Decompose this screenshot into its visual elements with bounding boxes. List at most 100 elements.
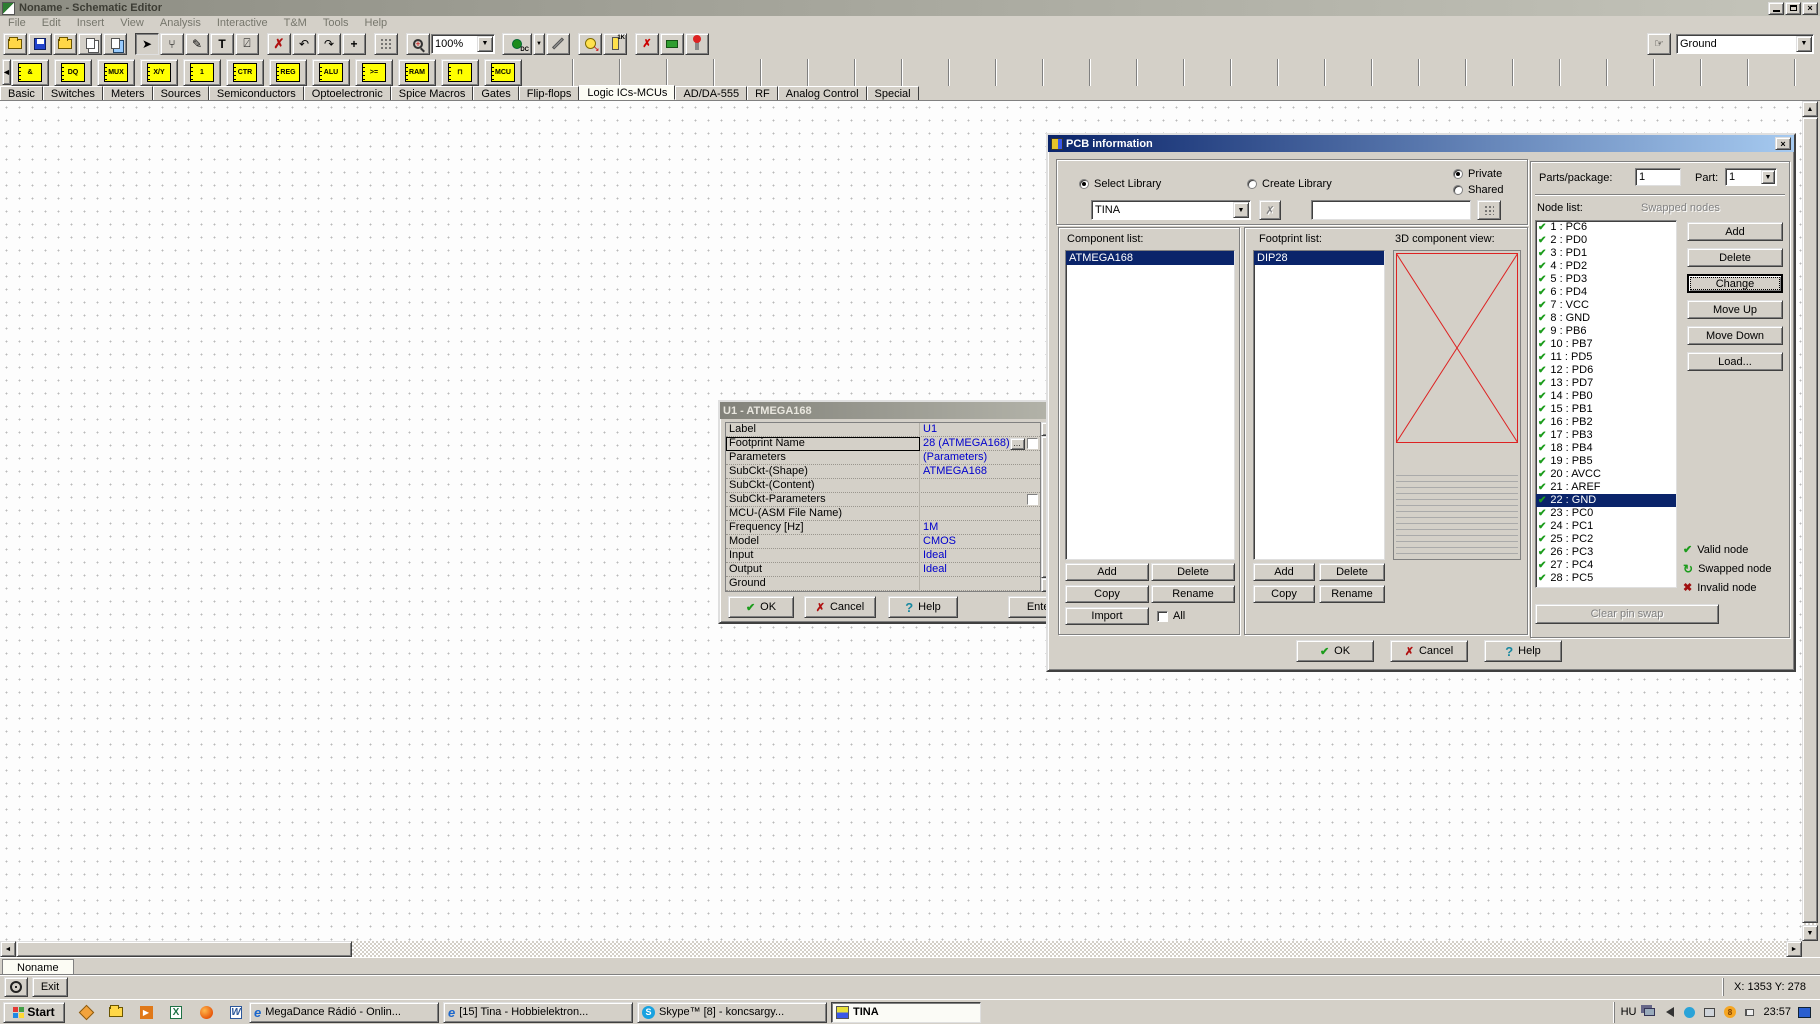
node-row[interactable]: ✔ 15 : PB1 xyxy=(1536,403,1676,416)
footprint-copy-button[interactable]: Copy xyxy=(1253,585,1315,603)
clock[interactable]: 23:57 xyxy=(1763,1006,1791,1018)
component-tab[interactable]: Logic ICs-MCUs xyxy=(579,85,676,100)
component-tab[interactable]: Basic xyxy=(0,86,43,100)
exit-button[interactable]: Exit xyxy=(32,977,68,997)
horizontal-scrollbar[interactable]: ◄ ► xyxy=(0,941,1802,957)
component-button[interactable]: REG xyxy=(269,58,307,89)
pencil-tool-button[interactable]: ✎ xyxy=(185,32,209,55)
property-checkbox[interactable] xyxy=(1027,494,1038,505)
property-row[interactable]: SubCkt-(Shape) ATMEGA168 xyxy=(726,464,1040,479)
node-action-button[interactable]: Move Down xyxy=(1687,326,1783,345)
property-row[interactable]: Output Ideal xyxy=(726,562,1040,577)
component-copy-button[interactable]: Copy xyxy=(1065,585,1149,603)
node-row[interactable]: ✔ 19 : PB5 xyxy=(1536,455,1676,468)
node-row[interactable]: ✔ 8 : GND xyxy=(1536,312,1676,325)
node-row[interactable]: ✔ 23 : PC0 xyxy=(1536,507,1676,520)
component-button[interactable]: MUX xyxy=(97,58,135,89)
property-value[interactable]: U1 xyxy=(920,423,1040,437)
word-icon[interactable]: W xyxy=(227,1003,245,1021)
node-row[interactable]: ✔ 17 : PB3 xyxy=(1536,429,1676,442)
property-value[interactable]: Ideal xyxy=(920,563,1040,577)
zoom-combobox[interactable]: 100% ▼ xyxy=(431,33,495,54)
component-tab[interactable]: AD/DA-555 xyxy=(675,86,748,100)
probe-tool-button[interactable] xyxy=(546,32,570,55)
menu-item[interactable]: Analysis xyxy=(152,17,209,29)
open-button[interactable] xyxy=(3,32,27,55)
close-icon[interactable]: × xyxy=(1775,137,1791,150)
library-combobox[interactable]: TINA ▼ xyxy=(1091,200,1251,220)
menu-item[interactable]: Edit xyxy=(34,17,69,29)
property-row[interactable]: Label U1 xyxy=(726,423,1040,437)
property-row[interactable]: Parameters (Parameters) xyxy=(726,450,1040,465)
node-row[interactable]: ✔ 11 : PD5 xyxy=(1536,351,1676,364)
private-radio[interactable]: Private xyxy=(1453,168,1502,180)
battery-button[interactable]: 1K xyxy=(603,32,627,55)
node-action-button[interactable]: Change xyxy=(1687,274,1783,293)
shield-icon[interactable] xyxy=(77,1003,95,1021)
list-item[interactable]: ATMEGA168 xyxy=(1066,251,1234,265)
menu-item[interactable]: Tools xyxy=(315,17,357,29)
component-tab[interactable]: RF xyxy=(747,86,778,100)
sound-button[interactable] xyxy=(4,977,28,997)
vertical-scrollbar[interactable]: ▲ ▼ xyxy=(1802,101,1818,941)
node-listbox[interactable]: ✔ 1 : PC6 ✔ 2 : PD0 ✔ 3 : PD1 ✔ 4 : PD2 xyxy=(1535,220,1677,588)
select-tool-button[interactable]: ➤ xyxy=(135,32,159,55)
component-button[interactable]: RAM xyxy=(398,58,436,89)
node-row[interactable]: ✔ 22 : GND xyxy=(1536,494,1676,507)
select-library-radio[interactable]: Select Library xyxy=(1079,178,1161,190)
antivirus-icon[interactable]: 8 xyxy=(1723,1006,1736,1019)
ground-combobox[interactable]: Ground ▼ xyxy=(1676,33,1814,54)
footprint-listbox[interactable]: DIP28 xyxy=(1253,250,1385,560)
analysis-button[interactable] xyxy=(578,32,602,55)
component-listbox[interactable]: ATMEGA168 xyxy=(1065,250,1235,560)
ok-button[interactable]: ✔ OK xyxy=(1296,640,1374,662)
component-tab[interactable]: Gates xyxy=(473,86,519,100)
property-value[interactable] xyxy=(920,577,1040,591)
footprint-delete-button[interactable]: Delete xyxy=(1319,563,1385,581)
property-value[interactable] xyxy=(920,493,1025,507)
taskbar-task-tina-forum[interactable]: e [15] Tina - Hobbielektron... xyxy=(443,1001,633,1023)
skype-status-icon[interactable] xyxy=(1683,1006,1696,1019)
cancel-button[interactable]: ✗ Cancel xyxy=(1390,640,1468,662)
component-tab[interactable]: Flip-flops xyxy=(518,86,580,100)
delete-library-button[interactable]: ✗ xyxy=(1259,200,1281,220)
property-value[interactable]: Ideal xyxy=(920,549,1040,563)
component-tab[interactable]: Semiconductors xyxy=(208,86,304,100)
property-value[interactable]: ATMEGA168 xyxy=(920,465,1040,479)
component-button[interactable]: X/Y xyxy=(140,58,178,89)
node-row[interactable]: ✔ 16 : PB2 xyxy=(1536,416,1676,429)
footprint-add-button[interactable]: Add xyxy=(1253,563,1315,581)
node-row[interactable]: ✔ 24 : PC1 xyxy=(1536,520,1676,533)
node-row[interactable]: ✔ 18 : PB4 xyxy=(1536,442,1676,455)
scroll-up-icon[interactable]: ▲ xyxy=(1802,101,1818,117)
property-value[interactable] xyxy=(920,479,1040,493)
zoom-button[interactable]: + xyxy=(406,32,430,55)
part-combobox[interactable]: 1 ▼ xyxy=(1725,168,1777,186)
paste-button[interactable] xyxy=(103,32,127,55)
component-tab[interactable]: Special xyxy=(866,86,919,100)
help-button[interactable]: ? Help xyxy=(1484,640,1562,662)
select-ground-button[interactable]: ☞ xyxy=(1647,32,1671,55)
node-row[interactable]: ✔ 9 : PB6 xyxy=(1536,325,1676,338)
property-row[interactable]: Input Ideal xyxy=(726,548,1040,563)
help-button[interactable]: ? Help xyxy=(888,596,958,618)
menu-item[interactable]: Help xyxy=(357,17,396,29)
horizontal-scroll-thumb[interactable] xyxy=(16,941,352,957)
node-row[interactable]: ✔ 28 : PC5 xyxy=(1536,572,1676,585)
property-value[interactable]: 28 (ATMEGA168) xyxy=(920,437,1010,451)
list-item[interactable]: DIP28 xyxy=(1254,251,1384,265)
language-indicator[interactable]: HU xyxy=(1621,1006,1637,1018)
delete-button[interactable]: ✗ xyxy=(267,32,291,55)
component-tab[interactable]: Spice Macros xyxy=(390,86,474,100)
node-row[interactable]: ✔ 1 : PC6 xyxy=(1536,221,1676,234)
node-row[interactable]: ✔ 10 : PB7 xyxy=(1536,338,1676,351)
menu-item[interactable]: T&M xyxy=(276,17,315,29)
excel-icon[interactable]: X xyxy=(167,1003,185,1021)
all-checkbox[interactable]: All xyxy=(1157,610,1185,622)
media-player-icon[interactable]: ▶ xyxy=(137,1003,155,1021)
node-row[interactable]: ✔ 3 : PD1 xyxy=(1536,247,1676,260)
ellipsis-button[interactable]: … xyxy=(1010,437,1025,450)
property-value[interactable] xyxy=(920,507,1040,521)
node-row[interactable]: ✔ 27 : PC4 xyxy=(1536,559,1676,572)
close-button[interactable]: × xyxy=(1802,1,1818,15)
